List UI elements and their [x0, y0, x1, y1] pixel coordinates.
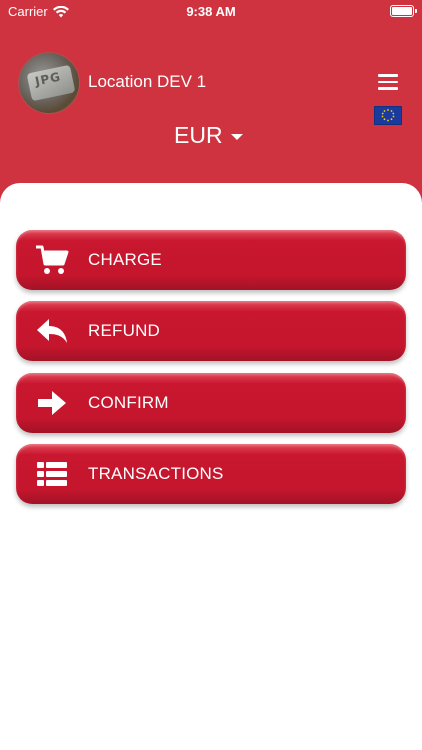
caret-down-icon [230, 133, 243, 140]
actions-sheet: CHARGE REFUND CONFIRM TRANSACTIONS [0, 183, 422, 750]
status-time: 9:38 AM [186, 4, 236, 19]
eu-flag-icon[interactable] [374, 106, 402, 125]
charge-label: CHARGE [88, 250, 162, 269]
confirm-button[interactable]: CONFIRM [16, 373, 406, 433]
arrow-right-icon [16, 373, 88, 433]
location-name: Location DEV 1 [88, 72, 207, 91]
confirm-label: CONFIRM [88, 393, 169, 412]
currency-selector[interactable]: EUR [174, 122, 243, 149]
charge-button[interactable]: CHARGE [16, 230, 406, 290]
battery-icon [390, 5, 417, 17]
list-icon [16, 444, 88, 504]
avatar[interactable]: JPG [18, 52, 80, 114]
status-bar: Carrier 9:38 AM [0, 0, 422, 24]
transactions-button[interactable]: TRANSACTIONS [16, 444, 406, 504]
transactions-label: TRANSACTIONS [88, 464, 224, 483]
hamburger-menu-icon[interactable] [378, 74, 398, 90]
refund-button[interactable]: REFUND [16, 301, 406, 361]
header: JPG Location DEV 1 EUR [0, 24, 422, 184]
cart-icon [16, 230, 88, 290]
reply-icon [16, 301, 88, 361]
refund-label: REFUND [88, 321, 161, 340]
currency-label: EUR [174, 122, 223, 148]
